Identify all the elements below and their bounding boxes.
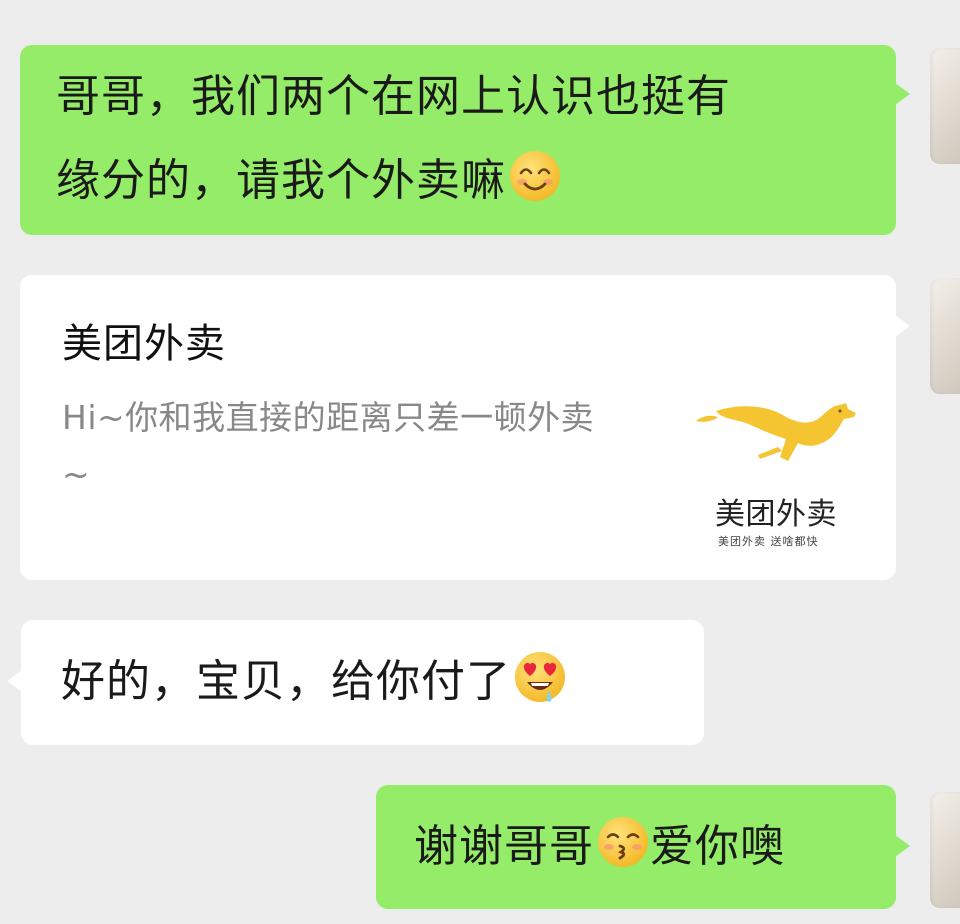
card-description: Hi~你和我直接的距离只差一顿外卖 ~ — [62, 398, 595, 494]
logo-brand-name: 美团外卖 — [715, 497, 837, 532]
sent-message-bubble[interactable]: 谢谢哥哥 爱你噢 — [376, 785, 910, 909]
bubble-tail — [7, 670, 22, 692]
chat-area[interactable]: 哥哥，我们两个在网上认识也挺有 缘分的，请我个外卖嘛 美团外卖 Hi~你和我直接… — [0, 0, 960, 924]
yellow-kangaroo-logo-icon — [696, 403, 856, 461]
message-text-line: 缘分的，请我个外卖嘛 — [56, 139, 886, 223]
card-title: 美团外卖 — [62, 321, 226, 367]
received-message-bubble[interactable]: 好的，宝贝，给你付了 — [7, 620, 704, 745]
message-text: 好的，宝贝，给你付了 — [61, 656, 511, 707]
heart-eyes-drooling-face-icon — [513, 650, 567, 704]
bubble-tail — [895, 83, 910, 105]
message-text-line: 哥哥，我们两个在网上认识也挺有 — [56, 71, 731, 122]
message-text: 爱你噢 — [650, 821, 785, 872]
avatar[interactable] — [930, 278, 960, 394]
kissing-face-icon — [596, 815, 650, 869]
message-text: 谢谢哥哥 — [414, 821, 594, 872]
sent-message-bubble[interactable]: 哥哥，我们两个在网上认识也挺有 缘分的，请我个外卖嘛 — [20, 45, 910, 235]
logo-slogan: 美团外卖 送啥都快 — [718, 535, 819, 548]
shared-card-bubble[interactable]: 美团外卖 Hi~你和我直接的距离只差一顿外卖 ~ 美团外卖 美团外卖 送啥都快 — [20, 275, 910, 580]
bubble-tail — [895, 835, 910, 857]
smiling-face-with-smiling-eyes-icon — [508, 149, 562, 203]
bubble-tail — [895, 315, 910, 337]
avatar[interactable] — [930, 792, 960, 908]
meituan-logo: 美团外卖 美团外卖 送啥都快 — [690, 395, 860, 555]
avatar[interactable] — [930, 48, 960, 164]
